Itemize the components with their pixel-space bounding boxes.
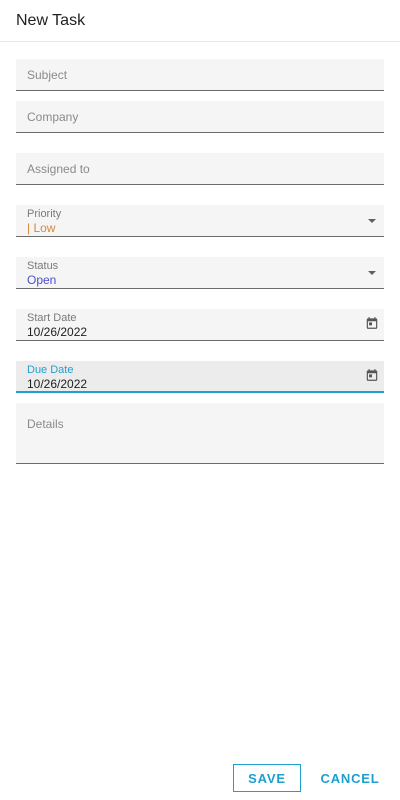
save-button[interactable]: SAVE [233,764,301,792]
details-placeholder: Details [27,417,64,431]
start-date-field[interactable]: Start Date 10/26/2022 [16,309,384,341]
status-value: Open [27,273,57,287]
priority-select[interactable]: Priority | Low [16,205,384,237]
priority-label: Priority [27,208,62,220]
start-date-value: 10/26/2022 [27,325,88,339]
subject-field[interactable]: Subject [16,59,384,91]
details-textarea[interactable]: Details [16,403,384,464]
due-date-value: 10/26/2022 [27,377,88,391]
start-date-label: Start Date [27,312,77,324]
assigned-to-placeholder: Assigned to [27,162,90,176]
company-field[interactable]: Company [16,101,384,133]
chevron-down-icon[interactable] [368,219,376,223]
calendar-icon[interactable] [365,316,379,330]
chevron-down-icon[interactable] [368,271,376,275]
due-date-label: Due Date [27,364,74,376]
dialog-header: New Task [0,0,400,42]
new-task-dialog: New Task Subject Company Assigned to Pri… [0,0,400,800]
priority-value: | Low [27,221,56,235]
calendar-icon[interactable] [365,368,379,382]
due-date-field[interactable]: Due Date 10/26/2022 [16,361,384,393]
subject-placeholder: Subject [27,68,68,82]
company-placeholder: Company [27,110,79,124]
assigned-to-field[interactable]: Assigned to [16,153,384,185]
status-label: Status [27,260,59,272]
status-select[interactable]: Status Open [16,257,384,289]
cancel-button[interactable]: CANCEL [316,764,384,792]
dialog-title: New Task [16,11,86,29]
